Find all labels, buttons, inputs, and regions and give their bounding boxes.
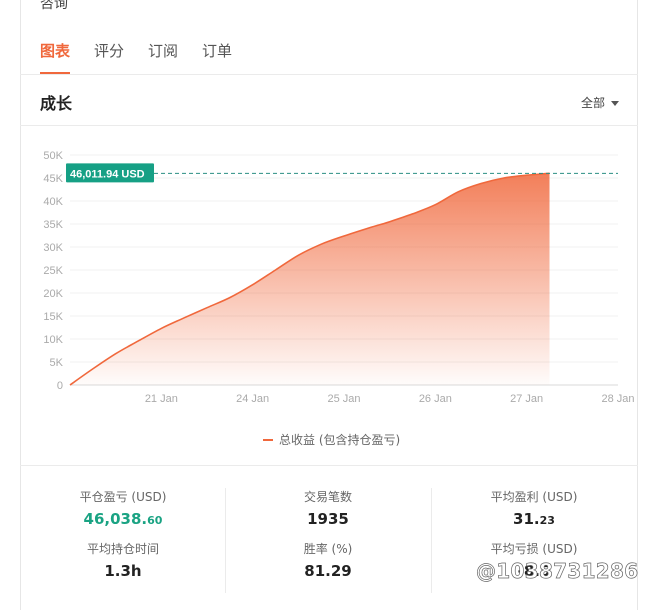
stat-avg-hold: 平均持仓时间 1.3h xyxy=(23,540,223,580)
stat-avg-profit: 平均盈利 (USD) 31.23 xyxy=(434,488,634,528)
tab-chart[interactable]: 图表 xyxy=(40,40,71,74)
y-tick-label: 5K xyxy=(50,357,64,369)
stat-label: 平均持仓时间 xyxy=(86,542,159,556)
divider xyxy=(431,488,432,593)
stat-value: 1935 xyxy=(307,510,349,528)
stat-label: 平均盈利 (USD) xyxy=(490,490,578,504)
x-tick-label: 26 Jan xyxy=(419,393,452,405)
y-tick-label: 0 xyxy=(57,380,63,392)
marker-label: 46,011.94 USD xyxy=(70,168,145,180)
caret-down-icon xyxy=(611,101,619,106)
area-fill xyxy=(70,173,550,385)
y-tick-label: 50K xyxy=(43,150,63,162)
page-top-label: 咨询 xyxy=(40,0,68,12)
x-tick-label: 27 Jan xyxy=(510,393,543,405)
stat-label: 交易笔数 xyxy=(303,490,352,504)
y-tick-label: 25K xyxy=(43,265,63,277)
x-tick-label: 25 Jan xyxy=(327,393,360,405)
stat-label: 平仓盈亏 (USD) xyxy=(79,490,167,504)
y-tick-label: 15K xyxy=(43,311,63,323)
divider xyxy=(20,465,638,466)
stat-value: 31.23 xyxy=(513,510,555,528)
stat-value: 81.29 xyxy=(304,562,352,580)
stat-label: 平均亏损 (USD) xyxy=(490,542,578,556)
stat-label: 胜率 (%) xyxy=(303,542,353,556)
legend-swatch xyxy=(263,438,273,441)
divider xyxy=(225,488,226,593)
tab-orders[interactable]: 订单 xyxy=(202,40,232,70)
stat-closed-pnl: 平仓盈亏 (USD) 46,038.60 xyxy=(23,488,223,528)
y-tick-label: 45K xyxy=(43,173,63,185)
x-tick-label: 28 Jan xyxy=(601,393,634,405)
y-tick-label: 30K xyxy=(43,242,63,254)
x-tick-label: 24 Jan xyxy=(236,393,269,405)
divider xyxy=(20,74,638,75)
legend-label: 总收益 (包含持仓盈亏) xyxy=(279,433,401,447)
stat-trades: 交易笔数 1935 xyxy=(228,488,428,528)
watermark: @1038731286 xyxy=(476,559,639,584)
tab-rating[interactable]: 评分 xyxy=(94,40,124,70)
section-title: 成长 xyxy=(40,94,73,113)
chart-legend[interactable]: 总收益 (包含持仓盈亏) xyxy=(263,431,400,448)
tab-bar: 图表 评分 订阅 订单 xyxy=(40,40,256,74)
growth-chart: 0 5K 10K 15K 20K 25K 30K 35K 40K 45K 50K 21 Jan 24 … xyxy=(43,150,634,405)
stat-value: 1.3h xyxy=(104,562,142,580)
x-tick-label: 21 Jan xyxy=(145,393,178,405)
y-tick-label: 10K xyxy=(43,334,63,346)
y-tick-label: 40K xyxy=(43,196,63,208)
range-dropdown[interactable]: 全部 xyxy=(581,94,619,111)
y-tick-label: 35K xyxy=(43,219,63,231)
stat-win-rate: 胜率 (%) 81.29 xyxy=(228,540,428,580)
y-tick-label: 20K xyxy=(43,288,63,300)
range-label: 全部 xyxy=(580,96,605,110)
stat-value: 46,038.60 xyxy=(83,510,163,528)
divider xyxy=(20,125,638,126)
tab-subscribe[interactable]: 订阅 xyxy=(148,40,178,70)
